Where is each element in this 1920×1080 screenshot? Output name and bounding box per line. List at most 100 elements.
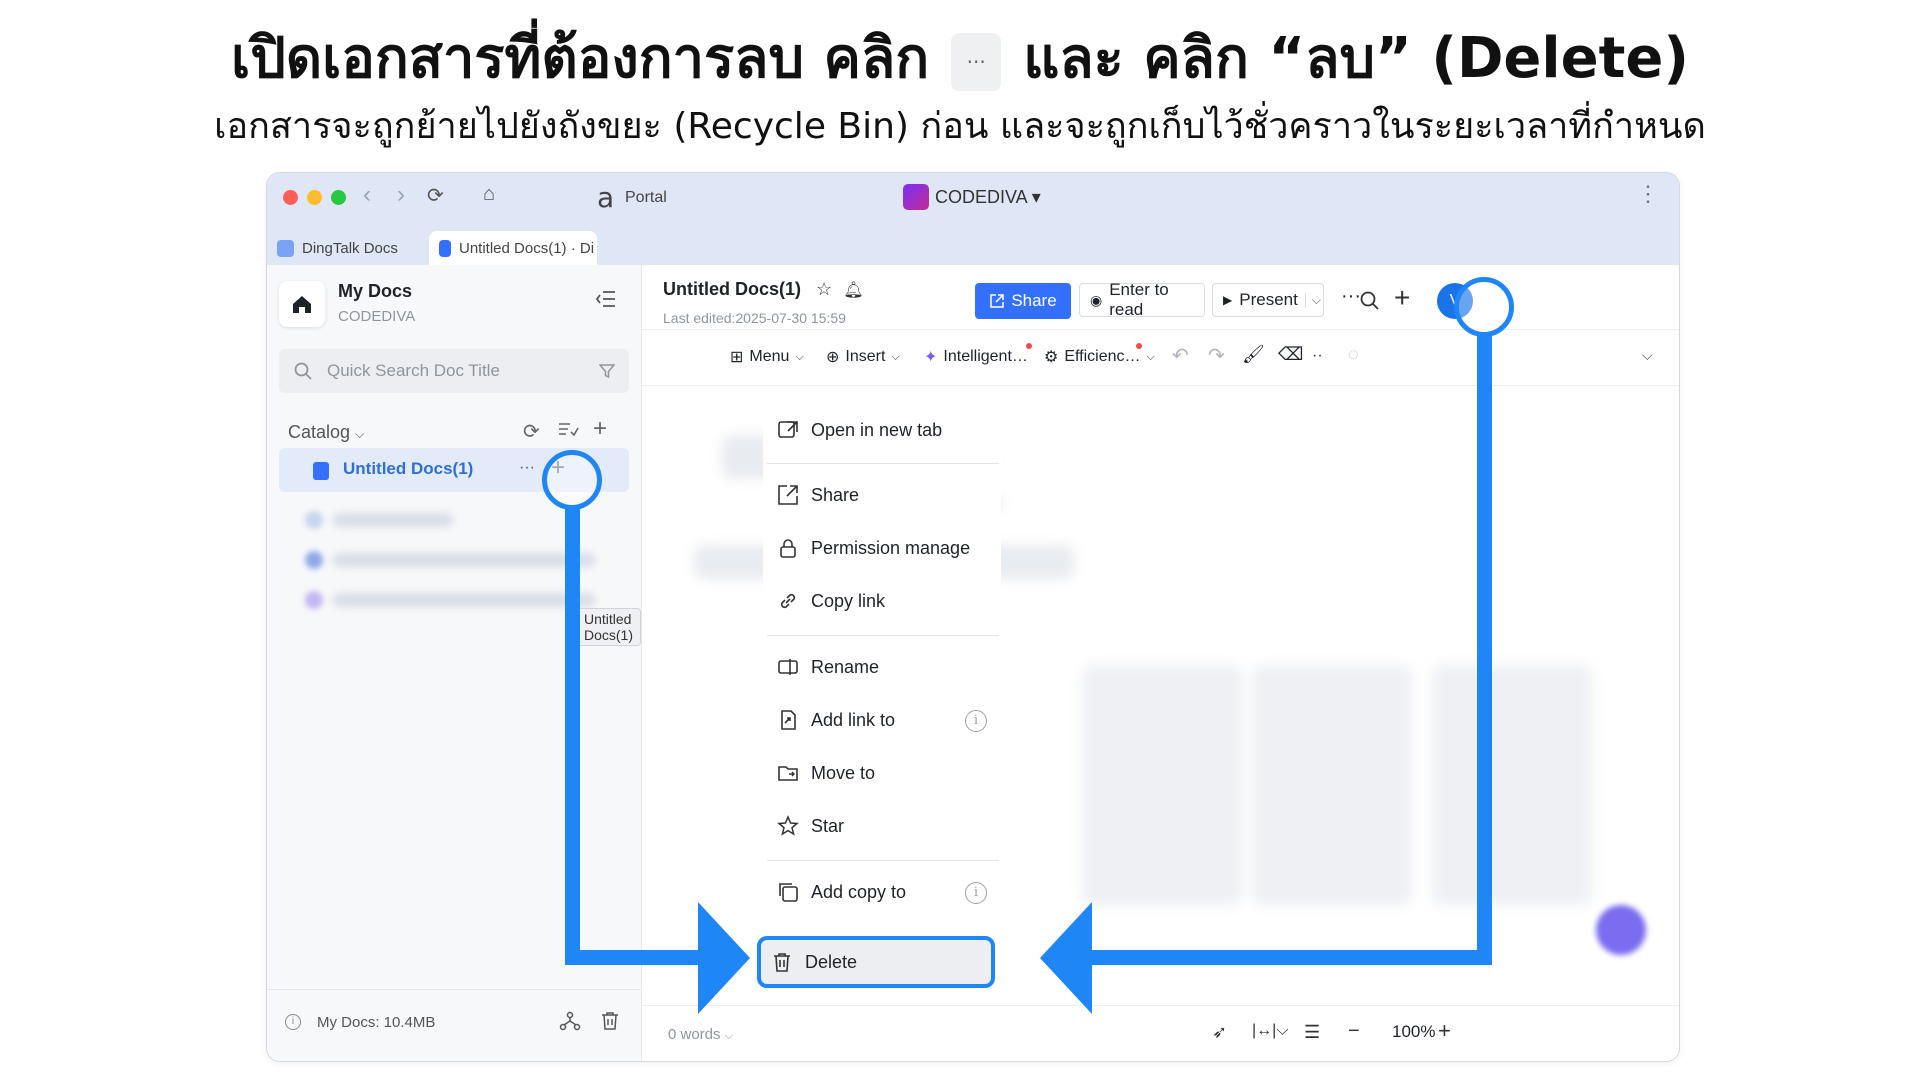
search-icon[interactable] xyxy=(1359,290,1381,312)
share-button[interactable]: Share xyxy=(975,283,1071,319)
menu-item-move-to[interactable]: Move to xyxy=(777,756,875,790)
menu-item-copy-link[interactable]: Copy link xyxy=(777,584,885,618)
menu-item-share[interactable]: Share xyxy=(777,478,859,512)
menu-item-open-new-tab[interactable]: Open in new tab xyxy=(777,413,942,447)
folder-move-icon xyxy=(778,766,798,781)
close-window-button[interactable] xyxy=(283,190,298,205)
menu-item-add-link-to[interactable]: Add link to xyxy=(777,703,895,737)
more-dots-chip: ··· xyxy=(951,32,1002,91)
intelligent-tool[interactable]: ✦ Intelligent… xyxy=(924,347,1028,367)
outline-icon[interactable]: ☰ xyxy=(1304,1022,1320,1043)
highlight-ring-header-more xyxy=(1454,277,1514,337)
maximize-window-button[interactable] xyxy=(331,190,346,205)
more-options-icon[interactable]: ··· xyxy=(1341,285,1361,308)
info-icon[interactable]: i xyxy=(965,710,987,732)
workspace-switcher[interactable]: CODEDIVA ▾ xyxy=(903,184,1041,210)
notification-bell-icon[interactable]: 🔔︎ xyxy=(843,282,863,299)
play-icon: ▶ xyxy=(1223,293,1233,307)
sidebar: My Docs CODEDIVA Quick Search Doc Title … xyxy=(267,265,642,1061)
share-label: Share xyxy=(1011,291,1057,310)
forward-arrow-icon[interactable]: › xyxy=(397,181,405,209)
add-icon[interactable]: + xyxy=(1394,282,1410,314)
star-icon[interactable]: ☆ xyxy=(816,279,832,299)
doc-tab-icon xyxy=(439,239,451,257)
tab-dingtalk-docs[interactable]: DingTalk Docs xyxy=(277,231,427,265)
portal-label[interactable]: Portal xyxy=(625,189,667,207)
tab-label: Untitled Docs(1) · Di xyxy=(459,239,595,257)
insert-tool[interactable]: ⊕ Insert ⌵ xyxy=(826,347,900,367)
doc-more-icon[interactable]: ··· xyxy=(519,459,535,477)
refresh-icon[interactable]: ⟳ xyxy=(427,183,444,208)
redo-icon[interactable]: ↷ xyxy=(1208,343,1225,368)
chevron-down-icon[interactable]: ⌵ xyxy=(1304,292,1321,308)
assistant-fab[interactable] xyxy=(1596,905,1646,955)
more-vertical-icon[interactable]: ⋮ xyxy=(1637,181,1659,207)
home-portal-icon[interactable]: ⌂ xyxy=(483,183,495,206)
blurred-doc-icon xyxy=(305,551,323,569)
zoom-level: 100% xyxy=(1392,1022,1436,1041)
refresh-catalog-icon[interactable]: ⟳ xyxy=(523,419,540,444)
minimize-window-button[interactable] xyxy=(307,190,322,205)
page-width-icon[interactable]: |↔|⌵ xyxy=(1252,1022,1288,1040)
zoom-in-icon[interactable]: + xyxy=(1438,1018,1451,1044)
sidebar-subtitle: CODEDIVA xyxy=(338,308,416,325)
recycle-bin-icon[interactable] xyxy=(599,1010,621,1032)
codediva-logo-icon xyxy=(903,184,929,210)
headline-part2: และ คลิก “ลบ” (Delete) xyxy=(1023,26,1689,91)
chevron-down-icon: ⌵ xyxy=(1146,350,1155,363)
headline-part1: เปิดเอกสารที่ต้องการลบ คลิก xyxy=(231,26,930,91)
annotation-line xyxy=(1086,950,1492,965)
efficiency-label: Efficienc… xyxy=(1064,348,1141,365)
sort-list-icon[interactable] xyxy=(557,419,579,444)
blurred-doc-item xyxy=(333,553,595,567)
zoom-out-icon[interactable]: − xyxy=(1348,1020,1360,1043)
more-tools-icon[interactable]: ·· xyxy=(1312,347,1323,365)
doc-tooltip: Untitled Docs(1) xyxy=(577,608,641,646)
menu-label: Star xyxy=(811,815,845,836)
chevron-down-icon[interactable]: ⌵ xyxy=(1642,347,1653,364)
info-icon[interactable]: i xyxy=(965,882,987,904)
filter-icon[interactable] xyxy=(599,363,615,379)
menu-tool[interactable]: ⊞ Menu ⌵ xyxy=(730,347,804,367)
grid-icon: ⊞ xyxy=(730,349,744,366)
efficiency-tool[interactable]: ⚙ Efficienc… ⌵ xyxy=(1044,347,1155,367)
highlight-ring-sidebar-more xyxy=(542,450,602,510)
blurred-card xyxy=(1432,665,1592,905)
chevron-down-icon: ⌵ xyxy=(795,350,804,363)
format-painter-icon[interactable]: 🖌︎ xyxy=(1242,344,1265,365)
share-tree-icon[interactable] xyxy=(559,1010,581,1032)
enter-to-read-button[interactable]: ◉ Enter to read xyxy=(1079,280,1205,319)
menu-item-delete[interactable]: Delete xyxy=(757,936,995,988)
add-catalog-icon[interactable]: + xyxy=(593,415,607,443)
menu-item-add-copy-to[interactable]: Add copy to xyxy=(777,875,906,909)
menu-item-rename[interactable]: Rename xyxy=(777,650,879,684)
menu-label: Menu xyxy=(749,348,790,365)
menu-label: Open in new tab xyxy=(811,419,943,440)
tab-untitled-docs[interactable]: Untitled Docs(1) · Di xyxy=(429,231,597,265)
doc-item-label: Untitled Docs(1) xyxy=(343,459,474,478)
catalog-dropdown[interactable]: Catalog ⌵ xyxy=(288,422,364,443)
home-icon xyxy=(293,296,311,313)
eraser-icon[interactable]: ⌫ xyxy=(1278,344,1303,365)
undo-icon[interactable]: ↶ xyxy=(1172,343,1189,368)
copy-icon xyxy=(779,883,798,902)
menu-label: Share xyxy=(811,484,860,505)
rocket-icon[interactable]: ➶ xyxy=(1212,1022,1227,1043)
storage-usage: My Docs: 10.4MB xyxy=(317,1014,436,1031)
present-label: Present xyxy=(1239,290,1298,309)
collapse-sidebar-icon[interactable] xyxy=(595,289,617,314)
menu-label: Copy link xyxy=(811,590,886,611)
enter-read-label: Enter to read xyxy=(1109,280,1169,319)
info-icon: i xyxy=(285,1014,301,1030)
star-icon xyxy=(777,815,799,836)
menu-divider xyxy=(767,635,999,636)
word-count[interactable]: 0 words ⌵ xyxy=(668,1026,733,1043)
menu-item-star[interactable]: Star xyxy=(777,809,844,843)
present-button[interactable]: ▶ Present ⌵ xyxy=(1212,283,1324,317)
menu-item-permission[interactable]: Permission manage xyxy=(777,531,970,565)
back-arrow-icon[interactable]: ‹ xyxy=(363,181,371,209)
comment-icon[interactable]: ◌ xyxy=(1348,344,1359,365)
doc-search-input[interactable]: Quick Search Doc Title xyxy=(279,349,629,393)
chevron-down-icon: ⌵ xyxy=(724,1030,734,1042)
home-button[interactable] xyxy=(279,281,325,327)
